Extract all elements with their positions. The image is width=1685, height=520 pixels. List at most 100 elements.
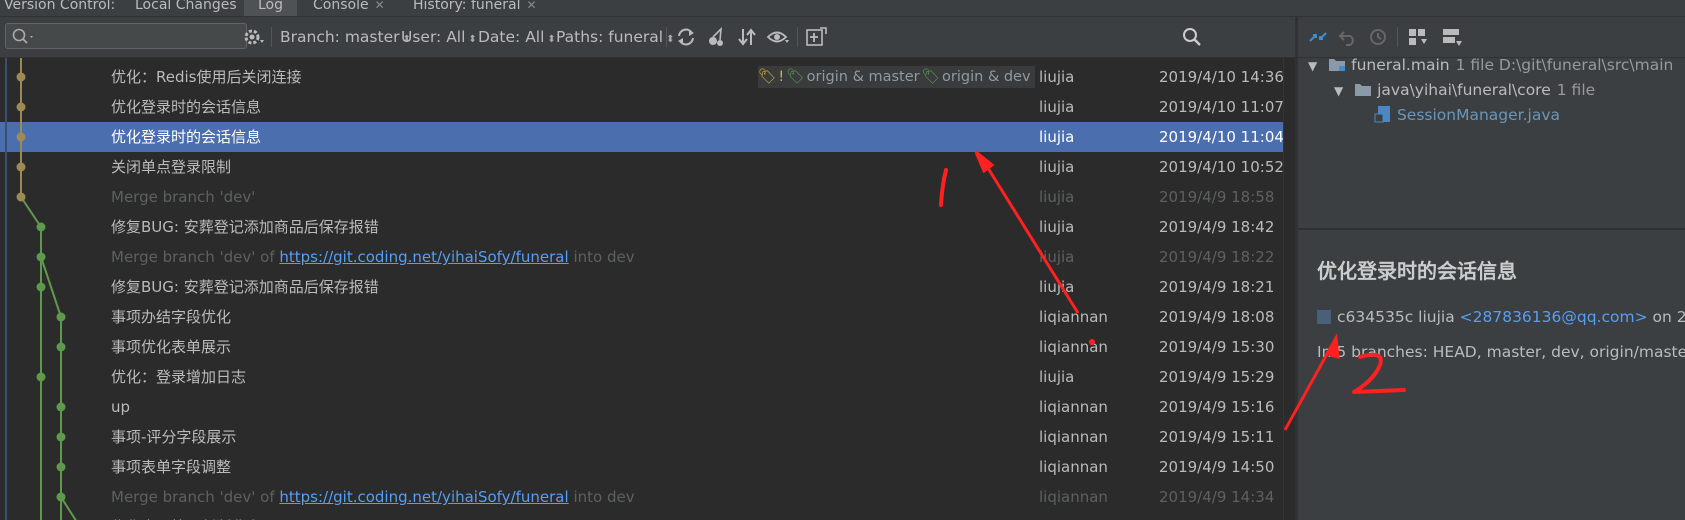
close-icon[interactable]: ✕ [375,0,385,12]
search-icon [12,28,33,44]
commit-row[interactable]: 优化事项校日判断非空 liqiannan 2019/4/9 14:34 [0,512,1283,520]
commit-author: liujia [1039,248,1075,266]
tab-console[interactable]: Console ✕ [313,0,385,16]
changes-panel: ▼ funeral.main 1 file D:\git\funeral\src\… [1298,17,1685,520]
gear-icon[interactable] [241,25,265,49]
commit-date: 2019/4/9 14:34 [1159,488,1275,506]
commit-url-link[interactable]: https://git.coding.net/yihaiSofy/funeral [279,248,568,266]
commit-date: 2019/4/9 14:50 [1159,458,1275,476]
commit-date: 2019/4/9 15:16 [1159,398,1275,416]
branch-tag-icon: 🏷 [786,69,805,85]
commit-subject: 修复BUG: 安葬登记添加商品后保存报错 [111,218,379,236]
commit-url-link[interactable]: https://git.coding.net/yihaiSofy/funeral [279,488,568,506]
tag-icon: 🏷 [758,69,777,85]
layout-icon[interactable] [1440,25,1464,49]
chevron-updown-icon: ⬍ [547,34,556,45]
commit-date: 2019/4/9 18:21 [1159,278,1275,296]
tool-window-tabbar: Version Control: Local Changes Log Conso… [0,0,1685,17]
commit-author: liujia [1039,278,1075,296]
commit-subject: 事项办结字段优化 [111,308,232,326]
commit-author: liujia [1039,98,1075,116]
ref-labels: 🏷! 🏷 origin & master 🏷 origin & dev [758,66,1035,88]
date-filter[interactable]: Date: All ⬍ [478,17,556,57]
author-email-link[interactable]: <287836136@qq.com> [1460,308,1648,326]
refresh-icon[interactable] [674,25,698,49]
commit-date: 2019/4/10 11:04 [1159,128,1283,146]
toolbar-separator [271,27,272,47]
expand-arrow-icon[interactable]: ▼ [1308,59,1317,73]
go-to-hash-icon[interactable] [804,25,828,49]
commit-subject: 优化登录时的会话信息 [111,128,262,146]
commit-row[interactable]: 关闭单点登录限制 liujia 2019/4/10 10:52 [0,152,1283,182]
commit-row[interactable]: Merge branch 'dev' of https://git.coding… [0,242,1283,272]
commit-row[interactable]: 优化：Redis使用后关闭连接 🏷! 🏷 origin & master 🏷 origin… [0,62,1283,92]
toolbar-separator [1397,27,1398,47]
close-icon[interactable]: ✕ [526,0,536,12]
history-icon[interactable] [1366,25,1390,49]
commit-date: 2019/4/10 11:07 [1159,98,1283,116]
commit-list: 优化：Redis使用后关闭连接 🏷! 🏷 origin & master 🏷 origin… [0,58,1283,520]
commit-subject: 优化：登录增加日志 [111,368,247,386]
commit-color-marker [1317,310,1331,324]
log-toolbar: Branch: master ⬍ User: All ⬍ Date: All ⬍ Pa… [0,17,1295,58]
commit-subject: 修复BUG: 安葬登记添加商品后保存报错 [111,278,379,296]
group-by-icon[interactable] [1406,25,1430,49]
tab-log[interactable]: Log [244,0,298,16]
tree-node-file[interactable]: SessionManager.java [1374,102,1560,128]
commit-row[interactable]: 修复BUG: 安葬登记添加商品后保存报错 liujia 2019/4/9 18:42 [0,212,1283,242]
commit-row[interactable]: 优化登录时的会话信息 liujia 2019/4/10 11:04 [0,122,1283,152]
commit-row[interactable]: up liqiannan 2019/4/9 15:16 [0,392,1283,422]
commit-author: liqiannan [1039,338,1108,356]
commit-author: liujia [1039,68,1075,86]
commit-author: liqiannan [1039,512,1108,520]
commit-date: 2019/4/9 18:58 [1159,188,1275,206]
commit-author: liqiannan [1039,488,1108,506]
commit-date: 2019/4/9 14:34 [1159,512,1274,520]
cherry-pick-icon[interactable] [705,25,729,49]
ref-label: origin & dev [942,69,1031,85]
commit-author: liujia [1039,128,1075,146]
commit-date: 2019/4/10 14:36 [1159,68,1283,86]
tree-node-module[interactable]: ▼ funeral.main 1 file D:\git\funeral\src\… [1308,52,1673,78]
eye-icon[interactable] [766,25,790,49]
revert-icon[interactable] [1336,25,1360,49]
branch-tag-icon: 🏷 [921,69,941,85]
search-icon[interactable] [1180,25,1204,49]
sort-icon[interactable] [735,25,759,49]
commit-row[interactable]: 修复BUG: 安葬登记添加商品后保存报错 liujia 2019/4/9 18:21 [0,272,1283,302]
commit-author-line: c634535c liujia <287836136@qq.com> on 20… [1317,308,1685,326]
commit-author: liqiannan [1039,398,1108,416]
commit-row[interactable]: 事项优化表单展示 liqiannan 2019/4/9 15:30 [0,332,1283,362]
ref-label: origin & master [806,69,920,85]
commit-author: liujia [1039,188,1075,206]
search-text-field[interactable] [38,26,242,48]
commit-row[interactable]: Merge branch 'dev' of https://git.coding… [0,482,1283,512]
details-splitter[interactable] [1298,228,1685,230]
chevron-updown-icon: ⬍ [468,34,477,45]
show-diff-icon[interactable] [1306,25,1330,49]
tab-local-changes[interactable]: Local Changes [135,0,237,16]
user-filter[interactable]: User: All ⬍ [401,17,477,57]
commit-row[interactable]: 优化登录时的会话信息 liujia 2019/4/10 11:07 [0,92,1283,122]
commit-row[interactable]: 事项-评分字段展示 liqiannan 2019/4/9 15:11 [0,422,1283,452]
tab-history[interactable]: History: funeral ✕ [413,0,537,16]
commit-date: 2019/4/9 18:22 [1159,248,1275,266]
commit-date: 2019/4/9 15:11 [1159,428,1275,446]
commit-date: 2019/4/9 18:42 [1159,218,1275,236]
search-input[interactable] [5,23,247,49]
commit-row[interactable]: 优化：登录增加日志 liujia 2019/4/9 15:29 [0,362,1283,392]
expand-arrow-icon[interactable]: ▼ [1334,84,1343,98]
toolbar-separator [666,27,667,47]
commit-author: liqiannan [1039,428,1108,446]
tree-node-package[interactable]: ▼ java\yihai\funeral\core 1 file [1334,77,1595,103]
commit-row[interactable]: Merge branch 'dev' liujia 2019/4/9 18:58 [0,182,1283,212]
branch-filter[interactable]: Branch: master ⬍ [280,17,411,57]
java-class-icon [1374,106,1390,123]
commit-subject: 优化登录时的会话信息 [111,98,262,116]
commit-row[interactable]: 事项办结字段优化 liqiannan 2019/4/9 18:08 [0,302,1283,332]
module-folder-icon [1329,59,1346,71]
paths-filter[interactable]: Paths: funeral ⬍ [556,17,674,57]
tab-version-control: Version Control: [4,0,116,13]
commit-row[interactable]: 事项表单字段调整 liqiannan 2019/4/9 14:50 [0,452,1283,482]
commit-subject: 事项表单字段调整 [111,458,232,476]
